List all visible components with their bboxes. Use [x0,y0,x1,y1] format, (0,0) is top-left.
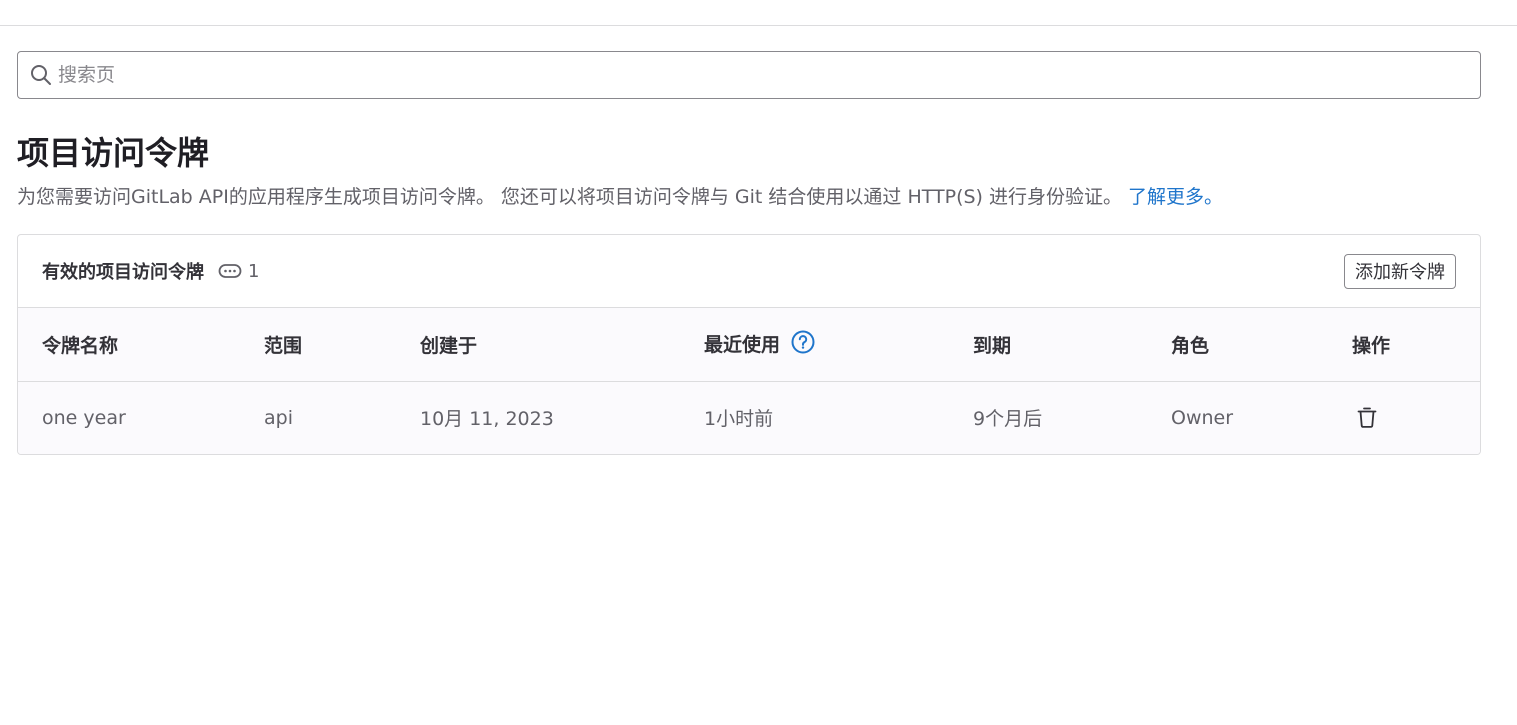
tokens-table: 令牌名称 范围 创建于 最近使用 到期 角色 操作 one year api 1… [18,308,1480,454]
header-role[interactable]: 角色 [1147,308,1328,382]
header-token-name[interactable]: 令牌名称 [18,308,240,382]
cell-created: 10月 11, 2023 [420,408,554,431]
cell-actions [1328,381,1480,454]
token-count: 1 [248,260,260,282]
active-tokens-card: 有效的项目访问令牌 1 添加新令牌 令牌名称 范围 创建于 最近使用 到期 角色… [17,234,1481,455]
token-count-badge: 1 [218,261,259,282]
cell-last-used: 1小时前 [704,408,774,431]
card-title: 有效的项目访问令牌 [42,262,204,283]
search-input[interactable] [58,64,1458,86]
page-title: 项目访问令牌 [17,134,210,172]
search-box[interactable] [17,51,1481,99]
page-description-text: 为您需要访问GitLab API的应用程序生成项目访问令牌。 您还可以将项目访问… [17,186,1122,208]
help-icon[interactable] [791,330,815,359]
top-divider [0,25,1517,26]
header-expires[interactable]: 到期 [949,308,1147,382]
cell-role: Owner [1171,406,1234,429]
header-created[interactable]: 创建于 [396,308,680,382]
cell-scope: api [264,406,293,429]
header-last-used-label: 最近使用 [704,333,781,356]
header-actions: 操作 [1328,308,1480,382]
page-description: 为您需要访问GitLab API的应用程序生成项目访问令牌。 您还可以将项目访问… [17,182,1223,209]
add-new-token-button[interactable]: 添加新令牌 [1344,253,1456,289]
card-header: 有效的项目访问令牌 1 添加新令牌 [18,235,1480,308]
search-icon [30,64,52,86]
revoke-token-button[interactable] [1352,402,1382,432]
cell-expires: 9个月后 [973,408,1043,431]
table-row: one year api 10月 11, 2023 1小时前 9个月后 Owne… [18,381,1480,454]
header-scope[interactable]: 范围 [240,308,396,382]
cell-token-name: one year [42,406,126,429]
header-last-used[interactable]: 最近使用 [680,308,949,382]
trash-icon [1357,407,1377,428]
learn-more-link[interactable]: 了解更多。 [1128,186,1223,208]
token-icon [218,264,242,278]
table-header-row: 令牌名称 范围 创建于 最近使用 到期 角色 操作 [18,308,1480,382]
